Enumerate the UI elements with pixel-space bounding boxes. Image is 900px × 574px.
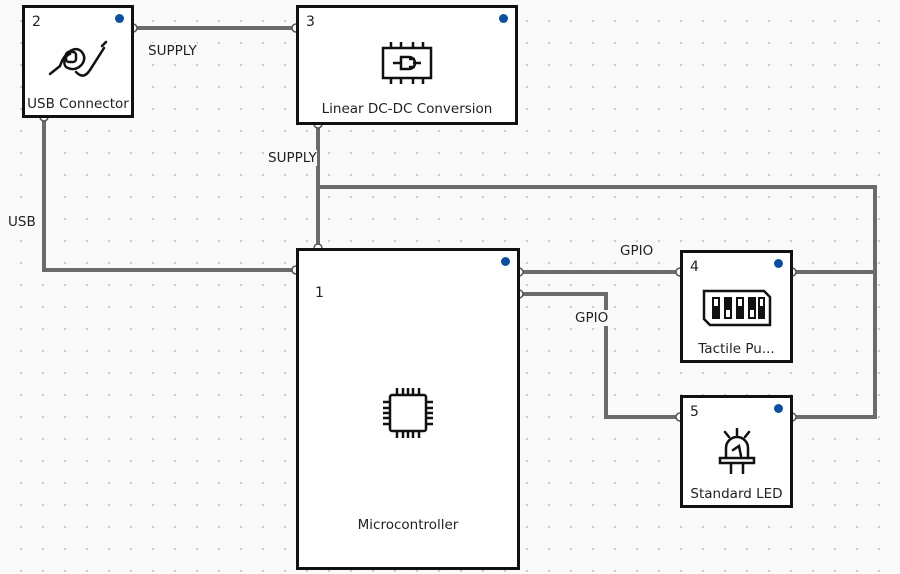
wire-usb-2-1 <box>42 117 296 272</box>
block-name: Standard LED <box>690 486 783 502</box>
block-number: 2 <box>32 14 41 30</box>
status-dot <box>501 257 510 266</box>
led-icon <box>718 428 755 474</box>
usb-cable-icon <box>48 40 108 77</box>
status-dot <box>774 404 783 413</box>
block-standard-led[interactable]: 5 Standard LED <box>680 395 793 508</box>
block-number: 1 <box>315 285 324 301</box>
connection-label: GPIO <box>620 243 654 259</box>
block-microcontroller[interactable]: 1 Microcontroller <box>296 248 520 570</box>
connection-label: SUPPLY <box>268 150 317 166</box>
status-dot <box>115 14 124 23</box>
block-name: Linear DC-DC Conversion <box>321 101 493 117</box>
power-ic-icon <box>381 42 433 84</box>
connection-label: USB <box>8 214 36 230</box>
block-usb-connector[interactable]: 2 USB Connector <box>22 5 134 118</box>
connection-label: SUPPLY <box>148 43 197 59</box>
block-linear-dc-dc[interactable]: 3 Linear DC-DC Conversion <box>296 5 518 125</box>
block-tactile-pushbutton[interactable]: 4 Tactile Pu... <box>680 250 793 363</box>
block-name: USB Connector <box>27 96 129 112</box>
chip-icon <box>383 388 433 438</box>
block-number: 3 <box>306 14 315 30</box>
block-number: 5 <box>690 404 699 420</box>
dip-switch-icon <box>702 289 771 327</box>
status-dot <box>499 14 508 23</box>
block-name: Tactile Pu... <box>698 341 775 357</box>
block-name: Microcontroller <box>357 517 459 533</box>
connection-label: GPIO <box>575 310 609 326</box>
block-number: 4 <box>690 259 699 275</box>
status-dot <box>774 259 783 268</box>
